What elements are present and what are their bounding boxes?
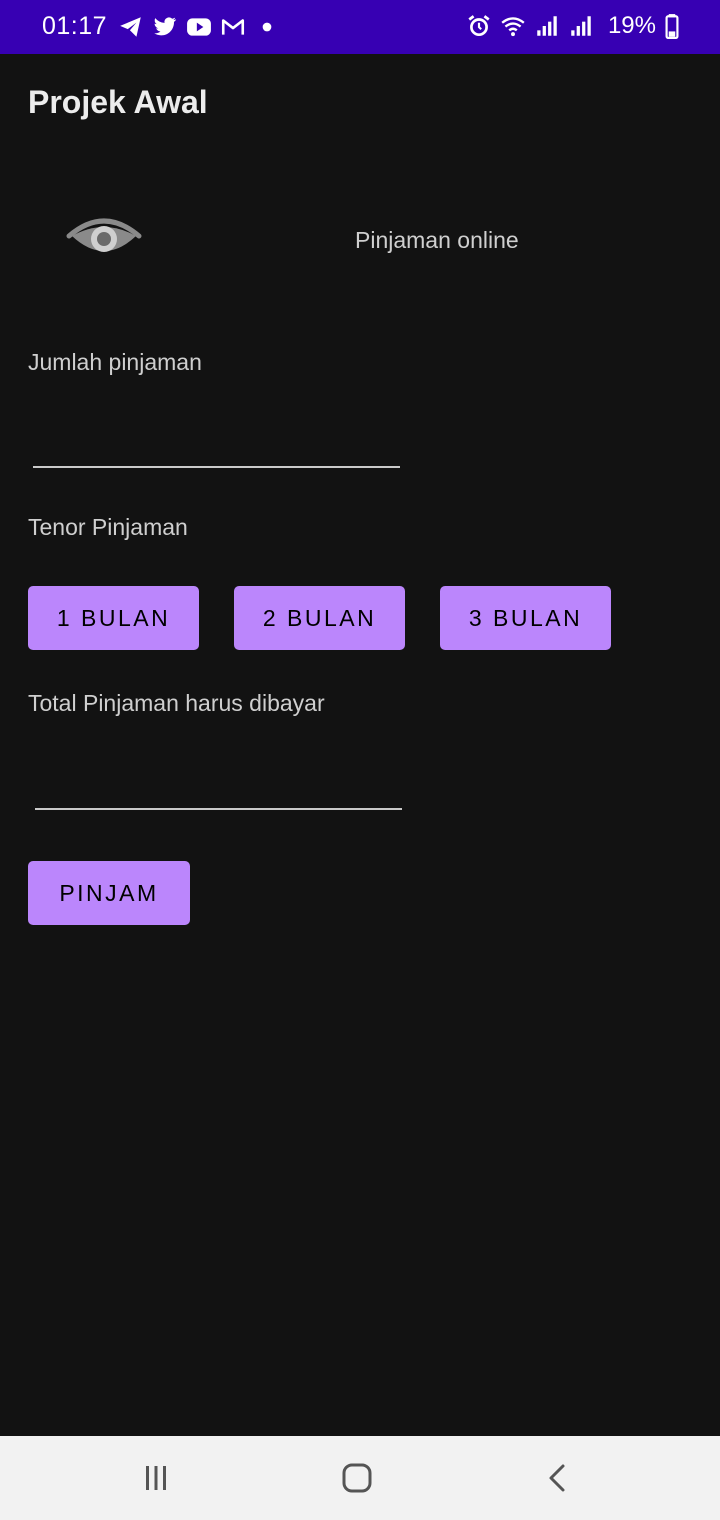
status-bar: 01:17 19%: [0, 0, 720, 54]
gmail-icon: [221, 19, 245, 35]
status-time: 01:17: [42, 12, 108, 40]
notification-icons: [118, 14, 280, 40]
eye-icon: [66, 218, 142, 252]
youtube-icon: [187, 18, 211, 36]
back-icon: [549, 1464, 565, 1492]
battery-icon: [665, 14, 679, 39]
amount-input-underline: [33, 466, 400, 468]
dot-icon: [262, 22, 272, 32]
header-title: Pinjaman online: [355, 227, 519, 253]
tenor-label: Tenor Pinjaman: [28, 514, 188, 540]
app-title: Projek Awal: [28, 84, 208, 120]
alarm-icon: [468, 15, 490, 37]
total-label: Total Pinjaman harus dibayar: [28, 690, 325, 716]
system-icons: 19%: [466, 12, 680, 40]
tenor-1-month-button[interactable]: 1 BULAN: [28, 586, 199, 650]
back-button[interactable]: [538, 1458, 578, 1498]
signal-icon: [571, 16, 591, 36]
twitter-icon: [154, 17, 177, 36]
tenor-3-month-button[interactable]: 3 BULAN: [440, 586, 611, 650]
pinjam-button[interactable]: PINJAM: [28, 861, 190, 925]
signal-icon: [537, 16, 557, 36]
amount-label: Jumlah pinjaman: [28, 349, 202, 375]
telegram-icon: [120, 17, 141, 37]
home-icon: [342, 1463, 372, 1493]
battery-percent: 19%: [607, 12, 656, 39]
amount-input[interactable]: [34, 428, 400, 464]
recents-button[interactable]: [136, 1458, 176, 1498]
total-input-underline: [35, 808, 402, 810]
tenor-2-month-button[interactable]: 2 BULAN: [234, 586, 405, 650]
recents-icon: [146, 1466, 166, 1490]
home-button[interactable]: [337, 1458, 377, 1498]
wifi-icon: [501, 17, 525, 37]
total-input[interactable]: [36, 770, 402, 806]
navigation-bar: [0, 1436, 720, 1520]
